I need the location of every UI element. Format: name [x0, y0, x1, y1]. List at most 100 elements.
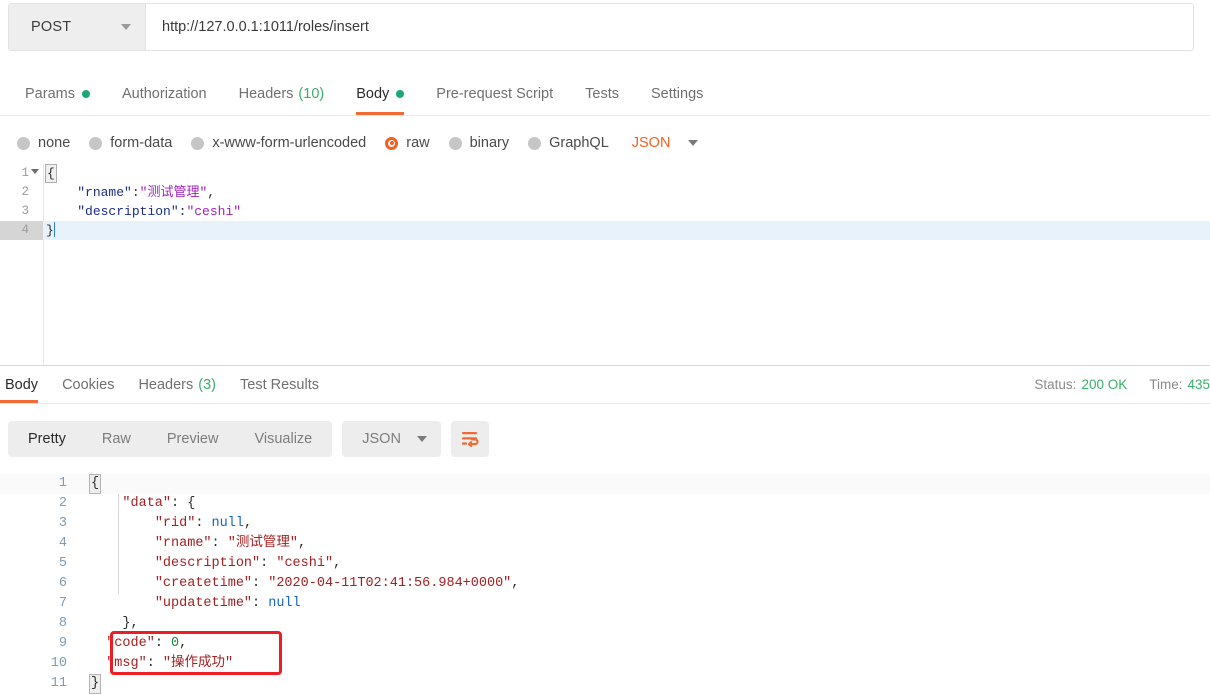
json-separator: :: [252, 576, 269, 591]
json-key: "updatetime": [154, 596, 253, 611]
status-badge: Status: 200 OK: [1034, 377, 1127, 392]
radio-urlencoded-icon: [191, 136, 205, 150]
json-key: "createtime": [154, 576, 253, 591]
http-method-select[interactable]: POST: [9, 4, 146, 50]
response-code-line: 4 "rname": "测试管理",: [0, 534, 1210, 554]
response-tab-cookies-label: Cookies: [62, 376, 115, 393]
json-separator: :: [211, 536, 228, 551]
response-tab-headers[interactable]: Headers (3): [126, 366, 228, 403]
response-line-number: 6: [58, 576, 67, 591]
tab-pre-request-script-label: Pre-request Script: [436, 85, 554, 102]
tab-body-label: Body: [356, 85, 390, 102]
view-mode-pretty[interactable]: Pretty: [10, 421, 84, 457]
request-line-number: 1: [21, 166, 29, 180]
json-comma: ,: [297, 536, 307, 551]
body-type-raw[interactable]: raw: [385, 135, 430, 151]
close-brace: }: [46, 223, 54, 238]
response-format-label: JSON: [362, 431, 401, 447]
chevron-down-icon: [416, 436, 427, 442]
json-separator: :: [260, 556, 277, 571]
fold-triangle-icon[interactable]: [31, 169, 39, 174]
response-code-line: 7 "updatetime": null: [0, 594, 1210, 614]
radio-form-data-icon: [89, 136, 103, 150]
body-type-none[interactable]: none: [17, 135, 70, 151]
request-url-bar: POST http://127.0.0.1:1011/roles/insert: [0, 0, 1210, 54]
tab-headers[interactable]: Headers (10): [223, 72, 341, 115]
json-null: null: [268, 596, 301, 611]
response-line-text: "data": {: [90, 494, 195, 514]
response-tab-body-active-underline: [0, 400, 39, 403]
response-code-line: 10 "msg": "操作成功": [0, 654, 1210, 674]
json-separator: :: [171, 496, 188, 511]
json-comma: ,: [179, 636, 188, 651]
response-line-text: "code": 0,: [90, 634, 187, 654]
json-separator: :: [154, 636, 172, 651]
response-line-number: 8: [58, 616, 67, 631]
json-value: "ceshi": [186, 204, 242, 219]
tab-params-label: Params: [25, 85, 75, 102]
url-bar-inner: POST http://127.0.0.1:1011/roles/insert: [8, 3, 1194, 51]
tab-settings-label: Settings: [650, 85, 704, 102]
radio-raw-selected-icon: [385, 136, 399, 150]
json-comma: ,: [207, 185, 216, 200]
tab-body[interactable]: Body: [340, 72, 420, 115]
request-code-line: 3 "description":"ceshi": [0, 202, 1210, 221]
tab-settings[interactable]: Settings: [635, 72, 719, 115]
raw-format-dropdown[interactable]: JSON: [632, 135, 699, 151]
response-tab-headers-count: (3): [198, 376, 216, 393]
body-type-graphql[interactable]: GraphQL: [528, 135, 609, 151]
response-code-line: 1 {: [0, 474, 1210, 494]
request-code-line: 2 "rname":"测试管理",: [0, 183, 1210, 202]
json-punct: {: [187, 496, 196, 511]
response-tab-test-results[interactable]: Test Results: [228, 366, 331, 403]
request-url-input[interactable]: http://127.0.0.1:1011/roles/insert: [146, 4, 1193, 50]
request-line-text: }: [46, 221, 55, 240]
response-line-text: "updatetime": null: [90, 594, 301, 614]
request-body-editor[interactable]: 1 { 2 "rname":"测试管理", 3 "description":"c…: [0, 164, 1210, 366]
response-tab-bar: Body Cookies Headers (3) Test Results St…: [0, 366, 1210, 404]
tab-tests[interactable]: Tests: [569, 72, 635, 115]
response-line-number: 11: [50, 676, 67, 691]
response-tab-cookies[interactable]: Cookies: [50, 366, 126, 403]
body-type-binary-label: binary: [469, 135, 510, 151]
response-line-text: "rid": null,: [90, 514, 252, 534]
body-type-binary[interactable]: binary: [448, 135, 510, 151]
view-mode-visualize[interactable]: Visualize: [236, 421, 330, 457]
http-method-label: POST: [31, 19, 72, 35]
response-line-text: "description": "ceshi",: [90, 554, 341, 574]
response-line-number: 7: [58, 596, 67, 611]
response-format-dropdown[interactable]: JSON: [342, 421, 441, 457]
time-value: 435: [1187, 377, 1210, 392]
tab-params[interactable]: Params: [9, 72, 106, 115]
request-tab-bar: Params Authorization Headers (10) Body P…: [0, 72, 1210, 116]
radio-binary-icon: [448, 136, 462, 150]
response-body-code: 1 { 2 "data": { 3 "rid": null, 4 "rname"…: [0, 474, 1210, 694]
body-type-none-label: none: [38, 135, 71, 151]
tab-pre-request-script[interactable]: Pre-request Script: [420, 72, 569, 115]
response-line-number: 4: [58, 536, 67, 551]
body-type-urlencoded[interactable]: x-www-form-urlencoded: [191, 135, 366, 151]
word-wrap-toggle[interactable]: [450, 421, 489, 457]
body-type-form-data[interactable]: form-data: [89, 135, 172, 151]
response-line-text: }: [89, 674, 102, 694]
tab-body-active-underline: [356, 112, 405, 115]
time-label: Time:: [1149, 377, 1183, 392]
response-line-text: "msg": "操作成功": [90, 654, 233, 674]
response-tab-headers-label: Headers: [138, 376, 194, 393]
postman-window: POST http://127.0.0.1:1011/roles/insert …: [0, 0, 1210, 695]
json-key: "msg": [106, 656, 147, 671]
view-mode-raw[interactable]: Raw: [84, 421, 149, 457]
response-body-viewer[interactable]: 1 { 2 "data": { 3 "rid": null, 4 "rname"…: [0, 474, 1210, 695]
tab-authorization[interactable]: Authorization: [106, 72, 223, 115]
response-code-line: 9 "code": 0,: [0, 634, 1210, 654]
radio-none-icon: [17, 136, 30, 150]
json-string: "测试管理": [227, 536, 298, 551]
json-colon: :: [131, 185, 140, 200]
view-mode-preview[interactable]: Preview: [149, 421, 237, 457]
json-null: null: [211, 516, 244, 531]
time-badge: Time: 435: [1149, 377, 1210, 392]
response-tab-body[interactable]: Body: [0, 366, 50, 403]
json-comma: ,: [333, 556, 342, 571]
response-view-toolbar: Pretty Raw Preview Visualize JSON: [0, 404, 1210, 474]
json-key: "data": [122, 496, 172, 511]
